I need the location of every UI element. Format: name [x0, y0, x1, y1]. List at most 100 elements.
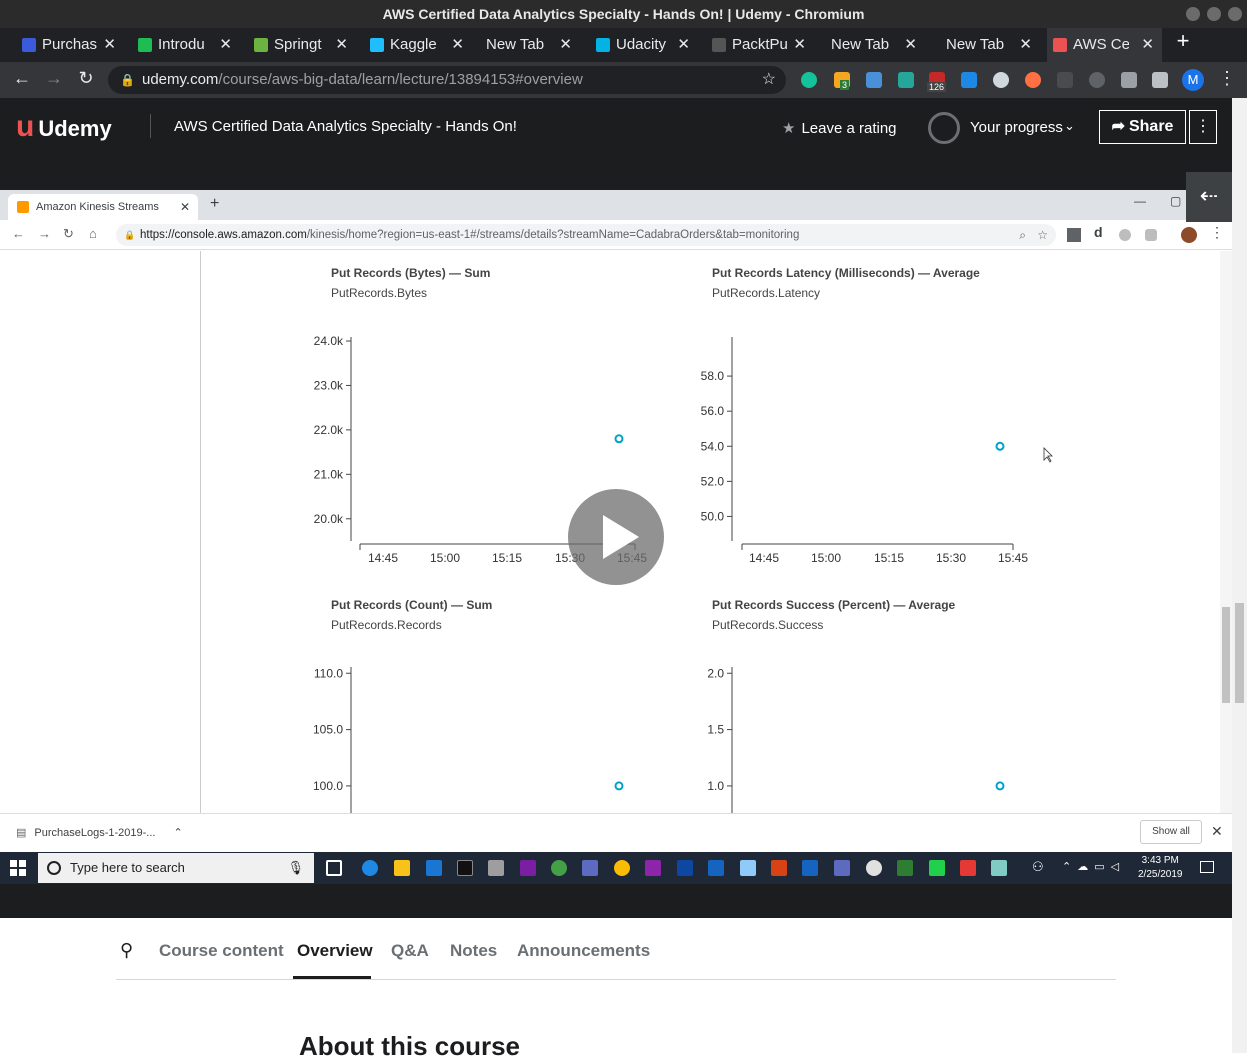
- tab-close-icon[interactable]: ✕: [335, 28, 348, 62]
- extension-icon[interactable]: [993, 72, 1009, 88]
- tab-favicon-icon: [712, 38, 726, 52]
- extension-icon[interactable]: [1057, 72, 1073, 88]
- app-icon: [834, 860, 850, 876]
- x-tick-label: 14:45: [749, 551, 779, 565]
- page-scrollbar[interactable]: [1232, 98, 1247, 1053]
- back-icon[interactable]: ←: [10, 68, 34, 89]
- y-tick-label: 100.0: [313, 779, 343, 793]
- tab-overview[interactable]: Overview: [297, 941, 373, 961]
- tab-announcements[interactable]: Announcements: [517, 941, 650, 961]
- file-explorer-icon: [394, 860, 410, 876]
- extension-icon[interactable]: [1025, 72, 1041, 88]
- history-icon[interactable]: [1089, 72, 1105, 88]
- maximize-icon[interactable]: [1207, 7, 1221, 21]
- y-tick-label: 1.0: [707, 779, 724, 793]
- download-item: ▤ PurchaseLogs-1-2019-... ⌃: [16, 826, 183, 839]
- minimize-icon[interactable]: [1186, 7, 1200, 21]
- tab-notes[interactable]: Notes: [450, 941, 497, 961]
- tab-close-icon[interactable]: ✕: [1019, 28, 1032, 62]
- tab-label: Introdu: [158, 36, 205, 53]
- close-icon[interactable]: [1228, 7, 1242, 21]
- x-tick-label: 15:00: [430, 551, 460, 565]
- profile-avatar[interactable]: M: [1182, 69, 1204, 91]
- inner-maximize-icon: ▢: [1170, 194, 1182, 208]
- page-scroll-thumb[interactable]: [1235, 603, 1244, 703]
- reload-icon[interactable]: ↻: [74, 68, 98, 89]
- edge-icon: [362, 860, 378, 876]
- y-tick-label: 110.0: [314, 666, 343, 680]
- calculator-icon: [488, 860, 504, 876]
- inner-toolbar: ← → ↻ ⌂ 🔒 https://console.aws.amazon.com/…: [0, 220, 1232, 250]
- tab-close-icon[interactable]: ✕: [103, 28, 116, 62]
- chart-subtitle: PutRecords.Latency: [712, 286, 820, 300]
- new-tab-icon[interactable]: +: [1172, 28, 1194, 54]
- chart-title: Put Records (Count) — Sum: [331, 598, 492, 612]
- puzzle-icon[interactable]: [1121, 72, 1137, 88]
- arrow-left-icon: ⇠: [1199, 183, 1219, 208]
- browser-tab[interactable]: Purchas ✕: [16, 28, 124, 62]
- tab-label: New Tab: [486, 36, 545, 53]
- leave-rating-button[interactable]: ★ Leave a rating: [782, 119, 897, 137]
- inner-lock-icon: 🔒: [124, 230, 136, 240]
- system-tray-icons: ⌃☁▭◁: [1062, 861, 1126, 873]
- progress-label: Your progress: [970, 119, 1063, 136]
- tab-favicon-icon: [596, 38, 610, 52]
- extension-icon[interactable]: 3: [834, 72, 850, 90]
- trophy-icon: [928, 112, 960, 144]
- tab-favicon-icon: [254, 38, 268, 52]
- browser-tab[interactable]: New Tab ✕: [460, 28, 580, 62]
- inner-back-icon: ←: [12, 226, 25, 241]
- extension-icon[interactable]: 126: [927, 72, 947, 92]
- browser-tab[interactable]: New Tab ✕: [805, 28, 925, 62]
- tab-label: AWS Ce: [1073, 36, 1129, 53]
- task-view-icon: [326, 860, 342, 876]
- browser-tab[interactable]: New Tab ✕: [920, 28, 1040, 62]
- chart-subtitle: PutRecords.Success: [712, 618, 823, 632]
- tab-qa[interactable]: Q&A: [391, 941, 429, 961]
- share-button[interactable]: ➦ Share: [1099, 110, 1186, 144]
- more-options-button[interactable]: ⋮: [1189, 110, 1217, 144]
- visual-studio-icon: [645, 860, 661, 876]
- expand-sidebar-button[interactable]: ⇠: [1186, 172, 1232, 222]
- play-button[interactable]: [568, 489, 664, 585]
- browser-tab[interactable]: PacktPu ✕: [706, 28, 814, 62]
- grammarly-icon[interactable]: [801, 72, 817, 88]
- chart-title: Put Records Success (Percent) — Average: [712, 598, 956, 612]
- camtasia-icon: [929, 860, 945, 876]
- docs-icon[interactable]: [866, 72, 882, 88]
- extension-badge: 3: [840, 80, 850, 90]
- search-icon[interactable]: ⚲: [120, 940, 133, 961]
- tab-close-icon[interactable]: ✕: [559, 28, 572, 62]
- tab-close-icon[interactable]: ✕: [904, 28, 917, 62]
- udemy-logo[interactable]: u Udemy: [16, 110, 112, 144]
- browser-tab[interactable]: Springt ✕: [248, 28, 356, 62]
- media-icon[interactable]: [1152, 72, 1168, 88]
- extension-icon[interactable]: [961, 72, 977, 88]
- extension-icon[interactable]: [898, 72, 914, 88]
- browser-tab[interactable]: Kaggle ✕: [364, 28, 472, 62]
- menu-icon[interactable]: ⋮: [1218, 68, 1236, 89]
- inner-extension-icon: d: [1094, 224, 1103, 240]
- header-divider: [150, 114, 151, 138]
- course-title[interactable]: AWS Certified Data Analytics Specialty -…: [174, 118, 517, 135]
- tab-close-icon[interactable]: ✕: [219, 28, 232, 62]
- browser-tab-active[interactable]: AWS Ce ✕: [1047, 28, 1162, 62]
- y-tick-label: 105.0: [313, 723, 343, 737]
- address-bar[interactable]: 🔒 udemy.com/course/aws-big-data/learn/le…: [108, 66, 786, 94]
- tab-close-icon[interactable]: ✕: [677, 28, 690, 62]
- x-tick-label: 15:15: [874, 551, 904, 565]
- bookmark-star-icon[interactable]: ☆: [762, 66, 776, 94]
- browser-tab[interactable]: Introdu ✕: [132, 28, 240, 62]
- inner-forward-icon: →: [38, 226, 51, 241]
- powerpoint-icon: [771, 860, 787, 876]
- browser-tab[interactable]: Udacity ✕: [590, 28, 698, 62]
- y-tick-label: 1.5: [707, 723, 724, 737]
- forward-icon[interactable]: →: [42, 68, 66, 89]
- inner-extension-icon: [1145, 229, 1157, 241]
- tab-close-icon[interactable]: ✕: [1141, 28, 1154, 62]
- download-bar-close-icon: ✕: [1211, 823, 1223, 839]
- app-icon: [866, 860, 882, 876]
- y-tick-label: 22.0k: [314, 423, 344, 437]
- tab-course-content[interactable]: Course content: [159, 941, 284, 961]
- y-tick-label: 2.0: [707, 666, 724, 680]
